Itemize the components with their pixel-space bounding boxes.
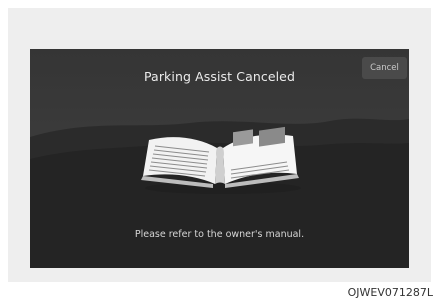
open-book-icon [141,126,301,194]
screen-title: Parking Assist Canceled [143,69,296,84]
cancel-button[interactable]: Cancel [362,57,407,79]
figure-code: OJWEV071287L [347,286,433,299]
infotainment-screen: Parking Assist Canceled Cancel Please re… [30,49,409,268]
info-message: Please refer to the owner's manual. [134,229,305,240]
